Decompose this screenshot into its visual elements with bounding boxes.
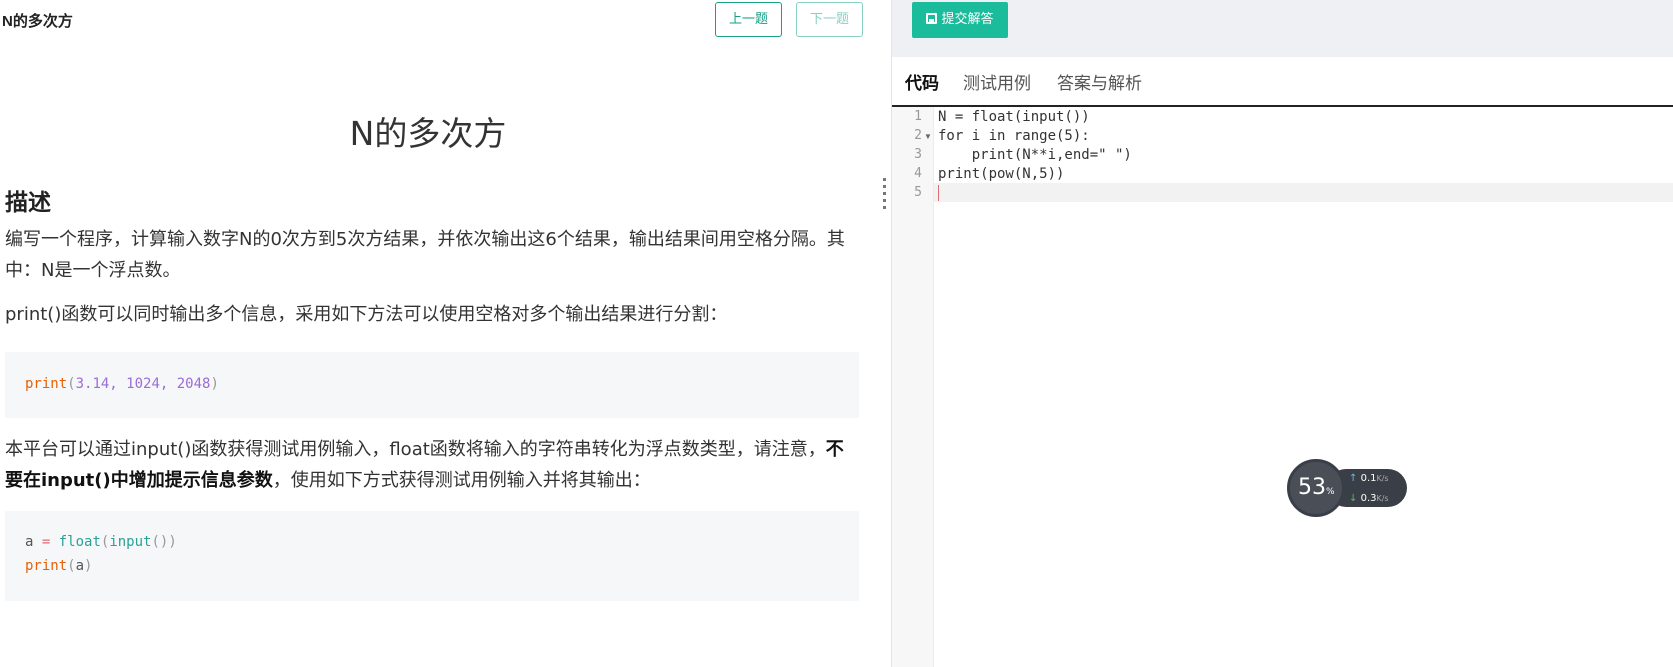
line-number: 3 xyxy=(914,147,922,162)
editor-panel: 提交解答 代码 测试用例 答案与解析 1 2 ▼ 3 4 5 N = float… xyxy=(892,0,1673,667)
paragraph-3-text-b: ，使用如下方式获得测试用例输入并将其输出： xyxy=(272,470,651,491)
prev-problem-button[interactable]: 上一题 xyxy=(715,2,782,37)
submit-answer-button[interactable]: 提交解答 xyxy=(912,2,1008,38)
code-example-2: a = float(input()) print(a) xyxy=(5,511,859,601)
percent-unit: % xyxy=(1326,487,1335,497)
code-token-fn: input xyxy=(109,534,152,550)
usage-percent: 53% xyxy=(1298,475,1335,500)
code-line: print(a) xyxy=(25,554,839,578)
code-line-1: N = float(input()) xyxy=(938,109,1090,125)
editor-toolbar: 提交解答 xyxy=(892,0,1673,57)
line-number: 2 xyxy=(914,128,922,143)
upload-unit: K/s xyxy=(1376,474,1389,483)
paragraph-3-text-a: 本平台可以通过input()函数获得测试用例输入，float函数将输入的字符串转… xyxy=(5,439,826,460)
save-icon xyxy=(926,13,938,24)
line-number: 1 xyxy=(914,109,922,124)
upload-speed: ↑ 0.1K/s xyxy=(1349,473,1389,484)
upload-arrow-icon: ↑ xyxy=(1349,473,1358,484)
problem-header-title: N的多次方 xyxy=(2,13,73,30)
code-editor[interactable]: 1 2 ▼ 3 4 5 N = float(input()) for i in … xyxy=(892,107,1673,667)
line-number: 5 xyxy=(914,185,922,200)
code-token-paren: ()) xyxy=(151,534,177,550)
code-token-paren: ) xyxy=(210,376,219,392)
description-heading: 描述 xyxy=(5,190,51,216)
fold-arrow-icon[interactable]: ▼ xyxy=(924,132,932,141)
code-token-op: = xyxy=(33,534,59,550)
code-line-text: print(N**i,end=" ") xyxy=(938,147,1132,163)
code-line-2: for i in range(5): xyxy=(938,128,1090,144)
code-line-text: N = float(input()) xyxy=(938,109,1090,125)
percent-value: 53 xyxy=(1298,475,1326,500)
code-token-paren: ( xyxy=(67,558,76,574)
code-token-paren: ( xyxy=(67,376,76,392)
resize-handle[interactable] xyxy=(883,178,887,213)
description-paragraph-3: 本平台可以通过input()函数获得测试用例输入，float函数将输入的字符串转… xyxy=(5,434,855,496)
download-speed: ↓ 0.3K/s xyxy=(1349,493,1389,504)
code-token-fn: float xyxy=(58,534,101,550)
code-line-text: print(pow(N,5)) xyxy=(938,166,1065,182)
active-line-highlight xyxy=(934,183,1673,202)
usage-circle: 53% xyxy=(1287,459,1345,517)
problem-panel: N的多次方 上一题 下一题 N的多次方 描述 编写一个程序，计算输入数字N的0次… xyxy=(0,0,891,667)
text-cursor xyxy=(938,185,939,201)
line-number-gutter: 1 2 ▼ 3 4 5 xyxy=(892,107,934,667)
download-arrow-icon: ↓ xyxy=(1349,493,1358,504)
tab-answer-analysis[interactable]: 答案与解析 xyxy=(1057,69,1142,106)
code-token-paren: ) xyxy=(84,558,93,574)
description-paragraph-1: 编写一个程序，计算输入数字N的0次方到5次方结果，并依次输出这6个结果，输出结果… xyxy=(5,229,845,281)
problem-title: N的多次方 xyxy=(349,114,507,153)
code-token-fn: print xyxy=(25,558,68,574)
tab-test-cases[interactable]: 测试用例 xyxy=(963,69,1031,106)
code-line-4: print(pow(N,5)) xyxy=(938,166,1064,182)
description-paragraph-2: print()函数可以同时输出多个信息，采用如下方法可以使用空格对多个输出结果进… xyxy=(5,304,728,325)
download-unit: K/s xyxy=(1376,494,1389,503)
download-value: 0.3 xyxy=(1360,493,1377,504)
code-line: a = float(input()) xyxy=(25,530,839,554)
submit-label: 提交解答 xyxy=(941,12,994,27)
tab-code[interactable]: 代码 xyxy=(905,69,939,106)
code-line-3: print(N**i,end=" ") xyxy=(938,147,1132,163)
code-line-text: for i in range(5): xyxy=(938,128,1090,144)
upload-value: 0.1 xyxy=(1360,473,1377,484)
code-example-1: print(3.14, 1024, 2048) xyxy=(5,352,859,418)
line-number: 4 xyxy=(914,166,922,181)
next-problem-button[interactable]: 下一题 xyxy=(796,2,863,37)
code-token-args: 3.14, 1024, 2048 xyxy=(75,376,211,392)
code-token-fn: print xyxy=(25,376,68,392)
editor-tabs: 代码 测试用例 答案与解析 xyxy=(892,57,1673,107)
code-token-var: a xyxy=(75,558,85,574)
